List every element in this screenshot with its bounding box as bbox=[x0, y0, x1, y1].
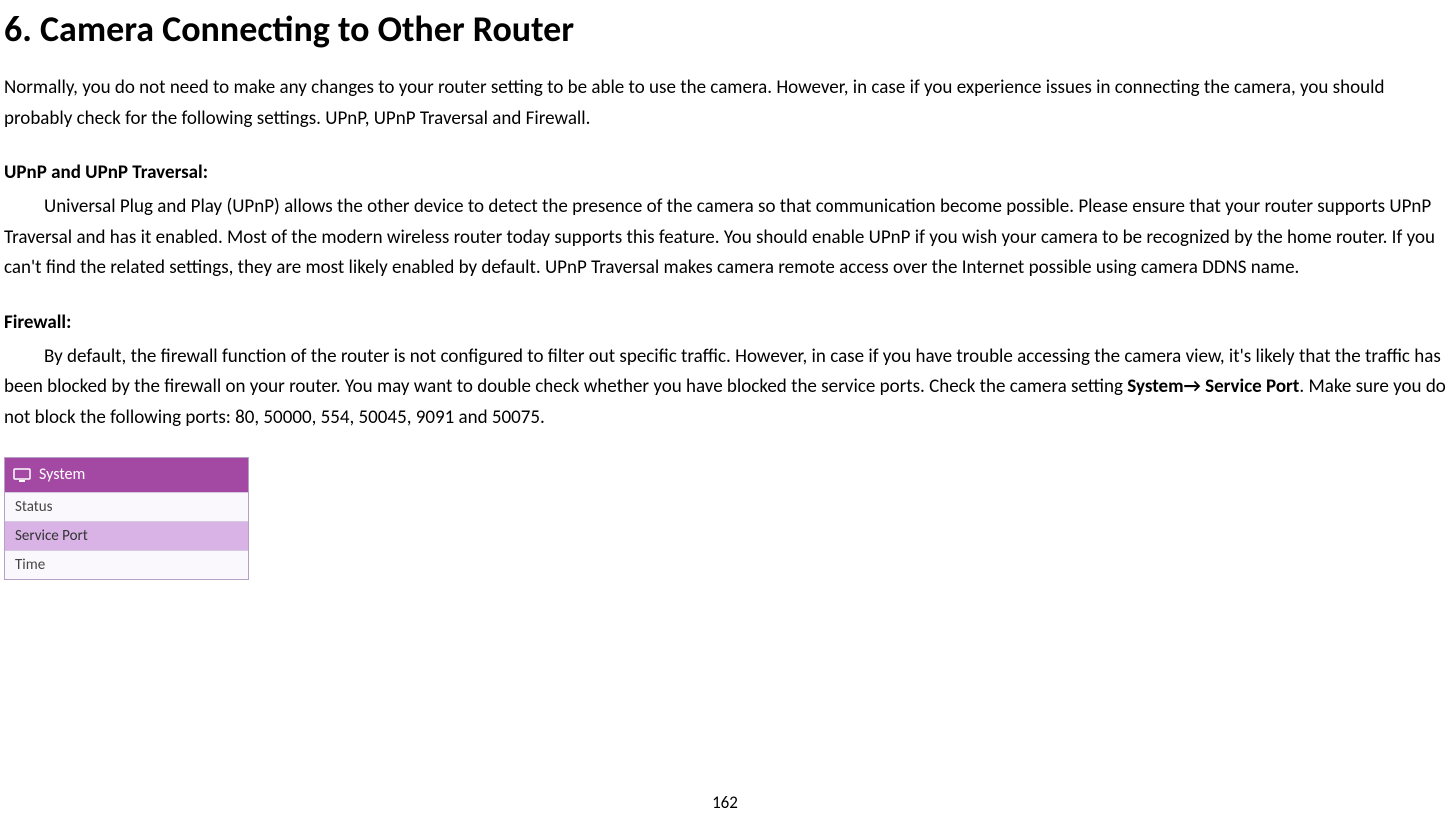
nav-system: System bbox=[1127, 375, 1183, 398]
upnp-body-text: Universal Plug and Play (UPnP) allows th… bbox=[4, 195, 1435, 279]
page-number: 162 bbox=[0, 789, 1450, 816]
monitor-icon bbox=[13, 468, 31, 482]
system-menu: System Status Service Port Time bbox=[4, 457, 249, 580]
system-menu-item-time[interactable]: Time bbox=[5, 550, 248, 579]
system-menu-header[interactable]: System bbox=[5, 458, 248, 492]
system-menu-item-service-port[interactable]: Service Port bbox=[5, 521, 248, 550]
intro-paragraph: Normally, you do not need to make any ch… bbox=[4, 73, 1446, 134]
firewall-title: Firewall: bbox=[4, 308, 1446, 338]
section-heading: 6. Camera Connecting to Other Router bbox=[4, 8, 1446, 51]
firewall-body: By default, the firewall function of the… bbox=[4, 342, 1446, 433]
arrow-icon: → bbox=[1184, 375, 1201, 398]
nav-service-port: Service Port bbox=[1201, 375, 1300, 398]
system-menu-item-status[interactable]: Status bbox=[5, 492, 248, 521]
upnp-title: UPnP and UPnP Traversal: bbox=[4, 158, 1446, 188]
system-menu-header-label: System bbox=[39, 462, 85, 488]
upnp-body: Universal Plug and Play (UPnP) allows th… bbox=[4, 192, 1446, 283]
